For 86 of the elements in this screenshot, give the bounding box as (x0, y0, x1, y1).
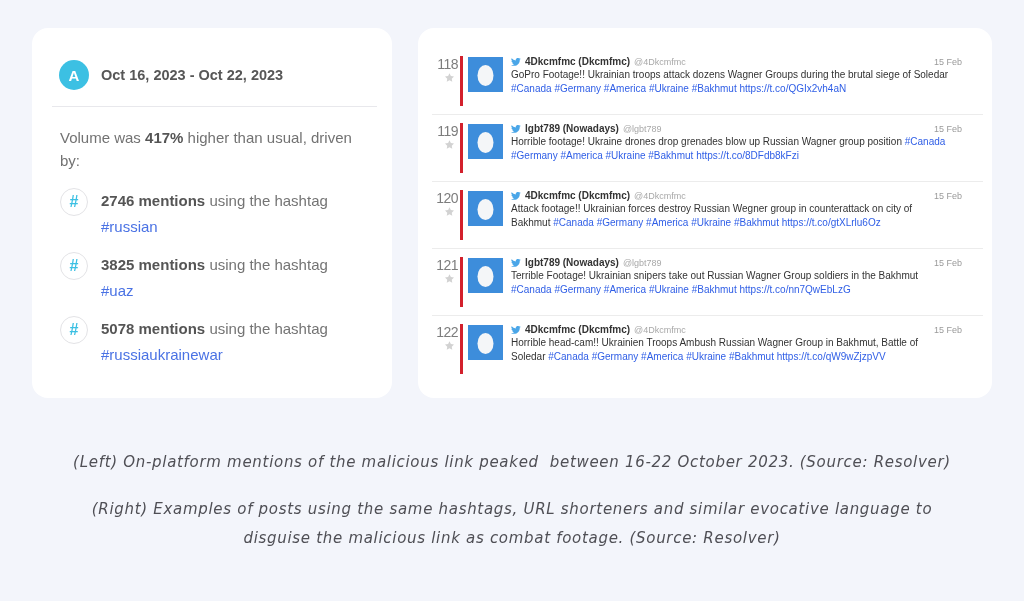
egg-avatar-icon (468, 191, 503, 226)
user-name[interactable]: 4Dkcmfmc (Dkcmfmc) (525, 56, 631, 67)
tweet-number: 118 (437, 56, 458, 72)
egg-avatar-icon (468, 57, 503, 92)
tweet-date: 15 Feb (933, 190, 962, 201)
tweet-date: 15 Feb (933, 257, 962, 268)
tweet-text: GoPro Footage!! Ukrainian troops attack dozens Wagner Groups during the brutal siege of Soledar #Canada #Germany #America #Ukraine #Bakhmut https://t.co/QGIx2vh4aN (511, 68, 950, 96)
tweet-number: 122 (436, 324, 458, 340)
mention-text: 2746 mentions using the hashtag #russian (101, 191, 329, 237)
url-link[interactable]: https://t.co/qW9wZjzpVV (776, 351, 886, 362)
hashtag-link[interactable]: #russian (101, 218, 158, 235)
hashtag-link[interactable]: #America (560, 150, 603, 161)
hashtag-link[interactable]: #Bakhmut (691, 83, 737, 94)
user-handle: @4Dkcmfmc (634, 56, 686, 67)
marker-bar (460, 123, 463, 173)
url-link[interactable]: https://t.co/gtXLrlu6Oz (781, 217, 881, 228)
marker-bar (460, 190, 463, 240)
mention-text: 3825 mentions using the hashtag #uaz (101, 255, 329, 301)
star-icon[interactable] (445, 274, 454, 283)
caption-text: (Right) Examples of posts using the same hashtags, URL shorteners and similar evocative language to disguise the malicious link as combat footage. (Source: Resolver) (90, 499, 934, 549)
url-link[interactable]: https://t.co/nn7QwEbLzG (739, 284, 851, 295)
tweet-number: 120 (436, 190, 458, 206)
hashtag-link[interactable]: #Germany (554, 284, 602, 295)
star-icon[interactable] (445, 73, 454, 82)
tweet-text: Horrible head-cam!! Ukrainien Troops Ambush Russian Wagner Group in Bakhmut, Battle of Soledar #Canada #Germany #America #Ukraine #Bakhmut https://t.co/qW9wZjzpVV (511, 336, 920, 364)
hashtag-link[interactable]: #uaz (101, 282, 134, 299)
star-icon[interactable] (445, 207, 454, 216)
bird-icon (511, 124, 521, 133)
hashtag-link[interactable]: #Canada (511, 284, 552, 295)
egg-avatar-icon (468, 325, 503, 360)
hashtag-link[interactable]: #Canada (553, 217, 594, 228)
bird-icon (511, 325, 521, 334)
hashtag-link[interactable]: #Canada (511, 83, 552, 94)
mention-text: 5078 mentions using the hashtag #russiaukrainewar (101, 319, 329, 365)
bird-icon (511, 57, 521, 66)
hashtag-link[interactable]: #Canada (904, 136, 946, 147)
marker-bar (460, 324, 463, 374)
marker-bar (460, 56, 463, 106)
marker-bar (460, 257, 463, 307)
hashtag-link[interactable]: #Germany (596, 217, 644, 228)
letter-avatar: A (59, 60, 89, 90)
egg-avatar-icon (468, 124, 503, 159)
bird-icon (511, 191, 521, 200)
hashtag-link[interactable]: #Canada (548, 351, 589, 362)
user-name[interactable]: 4Dkcmfmc (Dkcmfmc) (525, 324, 631, 335)
hashtag-link[interactable]: #russiaukrainewar (101, 346, 223, 363)
hashtag-link[interactable]: #Ukraine (605, 150, 646, 161)
hashtag-link[interactable]: #America (641, 351, 684, 362)
summary-text: Volume was 417% higher than usual, driven by: (60, 128, 353, 171)
bird-icon (511, 258, 521, 267)
hashtag-link[interactable]: #Bakhmut (648, 150, 694, 161)
caption-text: (Left) On-platform mentions of the malicious link peaked between 16-22 October 2023. (Source: Resolver) (72, 452, 952, 473)
hashtag-link[interactable]: #Germany (554, 83, 602, 94)
url-link[interactable]: https://t.co/QGIx2vh4aN (739, 83, 847, 94)
tweet-text: Horrible footage! Ukraine drones drop grenades blow up Russian Wagner group position #Canada #Germany #America #Ukraine #Bakhmut https://t.co/8DFdb8kFzi (511, 135, 947, 163)
hashtag-link[interactable]: #Bakhmut (728, 351, 774, 362)
hashtag-link[interactable]: #Germany (511, 150, 558, 161)
tweet-date: 15 Feb (933, 56, 962, 67)
hashtag-link[interactable]: #Germany (591, 351, 639, 362)
user-handle: @lgbt789 (622, 257, 662, 268)
star-icon[interactable] (445, 341, 454, 350)
hashtag-link[interactable]: #America (603, 83, 647, 94)
hashtag-link[interactable]: #Ukraine (648, 83, 689, 94)
star-icon[interactable] (445, 140, 454, 149)
hashtag-link[interactable]: #Bakhmut (733, 217, 779, 228)
user-name[interactable]: 4Dkcmfmc (Dkcmfmc) (525, 190, 631, 201)
hashtag-link[interactable]: #Bakhmut (691, 284, 737, 295)
url-link[interactable]: https://t.co/8DFdb8kFzi (696, 150, 799, 161)
egg-avatar-icon (468, 258, 503, 293)
user-name[interactable]: lgbt789 (Nowadays) (525, 257, 619, 268)
tweet-number: 119 (437, 123, 458, 139)
hashtag-link[interactable]: #America (603, 284, 647, 295)
tweet-date: 15 Feb (933, 324, 962, 335)
user-handle: @4Dkcmfmc (634, 324, 686, 335)
hashtag-link[interactable]: #Ukraine (648, 284, 689, 295)
user-name[interactable]: lgbt789 (Nowadays) (525, 123, 619, 134)
hashtag-link[interactable]: #Ukraine (691, 217, 732, 228)
user-handle: @lgbt789 (622, 123, 662, 134)
hashtag-link[interactable]: #America (646, 217, 689, 228)
user-handle: @4Dkcmfmc (634, 190, 686, 201)
tweet-date: 15 Feb (933, 123, 962, 134)
tweet-text: Terrible Footage! Ukrainian snipers take out Russian Wagner Group soldiers in the Bakhmut #Canada #Germany #America #Ukraine #Bakhmut https://t.co/nn7QwEbLzG (511, 269, 920, 297)
date-range: Oct 16, 2023 - Oct 22, 2023 (101, 67, 284, 83)
hashtag-link[interactable]: #Ukraine (686, 351, 727, 362)
tweet-text: Attack footage!! Ukrainian forces destroy Russian Wegner group in counterattack on city of Bakhmut #Canada #Germany #America #Ukraine #Bakhmut https://t.co/gtXLrlu6Oz (511, 202, 914, 230)
tweet-number: 121 (436, 257, 458, 273)
